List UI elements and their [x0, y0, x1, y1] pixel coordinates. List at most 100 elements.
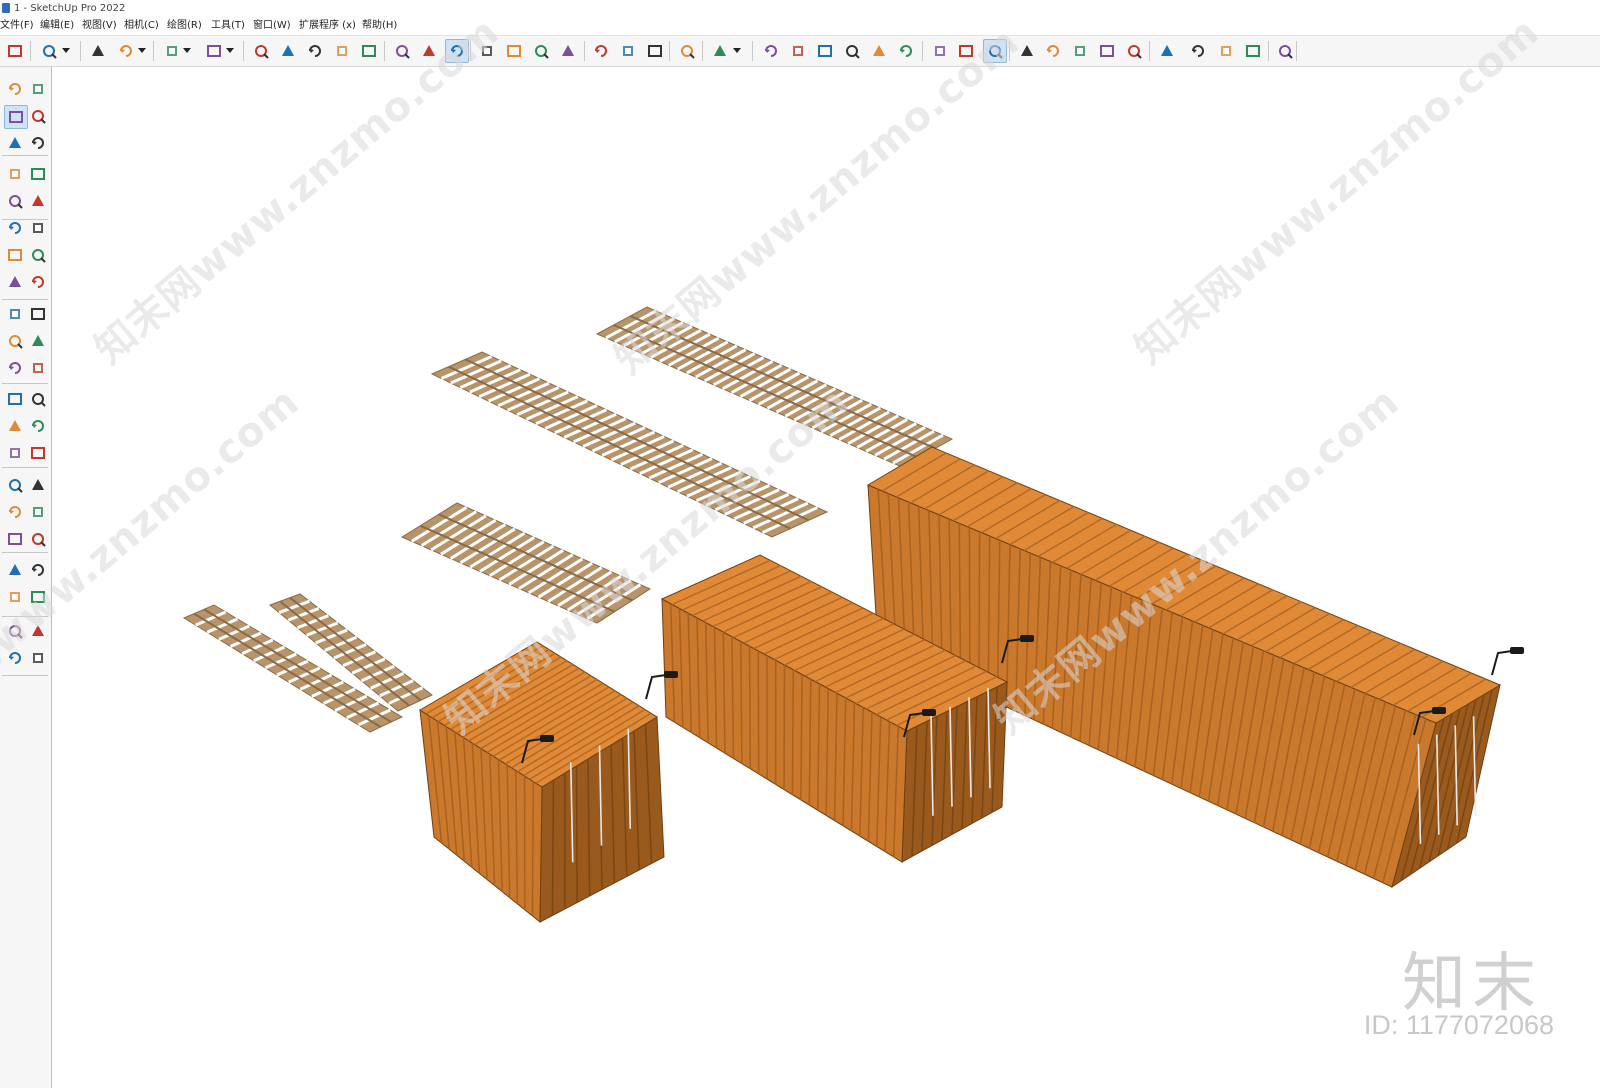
main-toolbar	[0, 35, 1600, 67]
user-icon[interactable]	[709, 40, 731, 62]
text-icon[interactable]	[27, 415, 49, 437]
tag-icon[interactable]	[27, 132, 49, 154]
dropdown-caret-icon[interactable]	[226, 48, 234, 53]
outliner-icon[interactable]	[644, 40, 666, 62]
offset-icon[interactable]	[27, 357, 49, 379]
pencil-icon[interactable]	[115, 40, 137, 62]
menu-view[interactable]: 视图(V)	[82, 17, 117, 34]
model-id: ID: 1177072068	[1363, 1010, 1554, 1040]
component-icon[interactable]	[4, 132, 26, 154]
dimension-icon[interactable]	[27, 388, 49, 410]
scale-icon[interactable]	[358, 40, 380, 62]
extension-manager-icon[interactable]	[1156, 40, 1178, 62]
toolbar-separator	[922, 41, 923, 61]
tape-measure-icon[interactable]	[4, 388, 26, 410]
sandbox-icon[interactable]	[590, 40, 612, 62]
push-pull-icon[interactable]	[27, 303, 49, 325]
circle-icon[interactable]	[4, 217, 26, 239]
orbit-icon[interactable]	[4, 474, 26, 496]
warehouse-icon[interactable]	[1242, 40, 1264, 62]
zoom-icon[interactable]	[4, 501, 26, 523]
pie-icon[interactable]	[27, 244, 49, 266]
toolbar-separator	[2, 467, 48, 468]
zoom-window-icon[interactable]	[27, 501, 49, 523]
menu-bar: 文件(F) 编辑(E) 视图(V) 相机(C) 绘图(R) 工具(T) 窗口(W…	[0, 17, 1600, 34]
three-point-arc-icon[interactable]	[4, 271, 26, 293]
polygon-icon[interactable]	[27, 217, 49, 239]
paint-bucket-icon[interactable]	[4, 105, 28, 129]
two-point-arc-icon[interactable]	[27, 271, 49, 293]
select-icon[interactable]	[4, 78, 26, 100]
follow-me-icon[interactable]	[277, 40, 299, 62]
toolbar-separator	[669, 41, 670, 61]
menu-window[interactable]: 窗口(W)	[253, 17, 291, 34]
menu-edit[interactable]: 编辑(E)	[40, 17, 74, 34]
toolbar-separator	[153, 41, 154, 61]
layers-icon[interactable]	[617, 40, 639, 62]
dropdown-caret-icon[interactable]	[138, 48, 146, 53]
menu-help[interactable]: 帮助(H)	[362, 17, 397, 34]
menu-file[interactable]: 文件(F)	[0, 17, 34, 34]
3d-text-icon[interactable]	[27, 442, 49, 464]
orbit-icon[interactable]	[27, 78, 49, 100]
rectangle-icon[interactable]	[4, 190, 26, 212]
toolbar-separator	[384, 41, 385, 61]
eraser-icon[interactable]	[87, 40, 109, 62]
model-info-icon[interactable]	[1069, 40, 1091, 62]
window-title: 1 - SketchUp Pro 2022	[14, 3, 126, 14]
previous-view-icon[interactable]	[27, 528, 49, 550]
front-view-icon[interactable]	[787, 40, 809, 62]
menu-tools[interactable]: 工具(T)	[211, 17, 245, 34]
account-icon[interactable]	[1274, 40, 1296, 62]
terrain-icon[interactable]	[1042, 40, 1064, 62]
follow-me-icon[interactable]	[27, 330, 49, 352]
back-view-icon[interactable]	[868, 40, 890, 62]
toolbar-separator	[80, 41, 81, 61]
dropdown-caret-icon[interactable]	[183, 48, 191, 53]
toolbar-separator	[2, 383, 48, 384]
axes-icon[interactable]	[4, 442, 26, 464]
styles-icon[interactable]	[1096, 40, 1118, 62]
freehand-icon[interactable]	[27, 163, 49, 185]
solid-tools-icon[interactable]	[676, 40, 698, 62]
rotate-icon[interactable]	[4, 330, 26, 352]
dropdown-caret-icon[interactable]	[62, 48, 70, 53]
lamp-40ft-2[interactable]	[1491, 647, 1524, 676]
toolbar-separator	[2, 155, 48, 156]
arc-icon[interactable]	[161, 40, 183, 62]
menu-extensions[interactable]: 扩展程序 (x)	[299, 17, 356, 34]
protractor-icon[interactable]	[4, 415, 26, 437]
top-view-icon[interactable]	[814, 40, 836, 62]
dropdown-caret-icon[interactable]	[733, 48, 741, 53]
iso-view-icon[interactable]	[760, 40, 782, 62]
left-view-icon[interactable]	[895, 40, 917, 62]
push-pull-icon[interactable]	[250, 40, 272, 62]
right-view-icon[interactable]	[841, 40, 863, 62]
flip-edge-icon[interactable]	[27, 647, 49, 669]
zoom-extents-icon[interactable]	[4, 528, 26, 550]
menu-draw[interactable]: 绘图(R)	[167, 17, 202, 34]
position-camera-icon[interactable]	[4, 559, 26, 581]
toolbar-separator	[30, 41, 31, 61]
arc-icon[interactable]	[4, 244, 26, 266]
zoom-icon[interactable]	[4, 40, 26, 62]
toolbar-separator	[243, 41, 244, 61]
cloud-icon[interactable]	[1123, 40, 1145, 62]
eraser-icon[interactable]	[27, 105, 49, 127]
toolbar-separator	[2, 299, 48, 300]
zoom-window-icon[interactable]	[530, 40, 552, 62]
move-icon[interactable]	[304, 40, 326, 62]
toolbar-separator	[702, 41, 703, 61]
menu-camera[interactable]: 相机(C)	[124, 17, 159, 34]
info-icon[interactable]	[1215, 40, 1237, 62]
scale-icon[interactable]	[4, 357, 26, 379]
rotate-icon[interactable]	[331, 40, 353, 62]
rotated-rectangle-icon[interactable]	[27, 190, 49, 212]
zoom-extents-icon[interactable]	[557, 40, 579, 62]
pan-icon[interactable]	[27, 474, 49, 496]
move-icon[interactable]	[4, 303, 26, 325]
scenes-icon[interactable]	[1187, 40, 1209, 62]
line-icon[interactable]	[4, 163, 26, 185]
select-icon[interactable]	[38, 40, 60, 62]
shape-icon[interactable]	[203, 40, 225, 62]
